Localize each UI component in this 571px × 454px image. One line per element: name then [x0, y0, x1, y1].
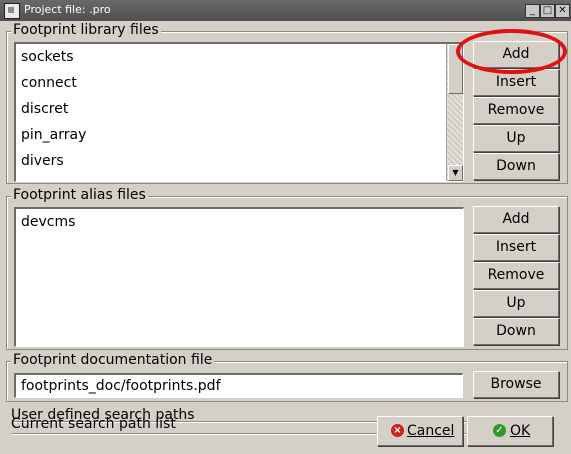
close-button[interactable]: ✕ [555, 4, 570, 18]
project-file-dialog: Project file: .pro _ □ ✕ Footprint libra… [0, 0, 571, 454]
alias-add-button[interactable]: Add [473, 206, 559, 233]
highlight-annotation [456, 29, 567, 74]
alias-insert-button[interactable]: Insert [473, 234, 559, 261]
alias-remove-button[interactable]: Remove [473, 262, 559, 289]
doc-file-title: Footprint documentation file [11, 352, 215, 369]
cancel-button[interactable]: × Cancel [377, 416, 463, 446]
list-item[interactable]: divers [16, 148, 463, 174]
list-item[interactable]: connect [16, 70, 463, 96]
library-scrollbar[interactable]: ▼ [446, 44, 463, 181]
app-icon [4, 3, 20, 19]
title-bar[interactable]: Project file: .pro _ □ ✕ [0, 0, 571, 21]
minimize-button[interactable]: _ [525, 4, 540, 18]
cancel-label: Cancel [407, 423, 455, 439]
list-item[interactable]: sockets [16, 44, 463, 70]
cancel-icon: × [391, 424, 404, 437]
browse-button[interactable]: Browse [473, 371, 559, 398]
alias-files-list[interactable]: devcms [14, 207, 464, 347]
ok-button[interactable]: ✓ OK [467, 416, 553, 446]
alias-up-button[interactable]: Up [473, 290, 559, 317]
library-down-button[interactable]: Down [473, 153, 559, 180]
alias-down-button[interactable]: Down [473, 318, 559, 345]
library-up-button[interactable]: Up [473, 125, 559, 152]
list-item[interactable]: discret [16, 96, 463, 122]
alias-files-title: Footprint alias files [11, 187, 148, 204]
arrow-down-icon[interactable]: ▼ [448, 165, 463, 181]
library-files-list[interactable]: sockets connect discret pin_array divers… [14, 42, 464, 182]
library-files-title: Footprint library files [11, 22, 161, 39]
maximize-button[interactable]: □ [540, 4, 555, 18]
doc-file-field[interactable]: footprints_doc/footprints.pdf [14, 373, 463, 398]
list-item[interactable]: pin_array [16, 122, 463, 148]
library-remove-button[interactable]: Remove [473, 97, 559, 124]
current-search-path-title: Current search path list [11, 416, 176, 432]
list-item[interactable]: devcms [16, 209, 463, 235]
ok-label: OK [510, 423, 531, 439]
ok-icon: ✓ [493, 424, 506, 437]
window-title: Project file: .pro [24, 3, 111, 16]
